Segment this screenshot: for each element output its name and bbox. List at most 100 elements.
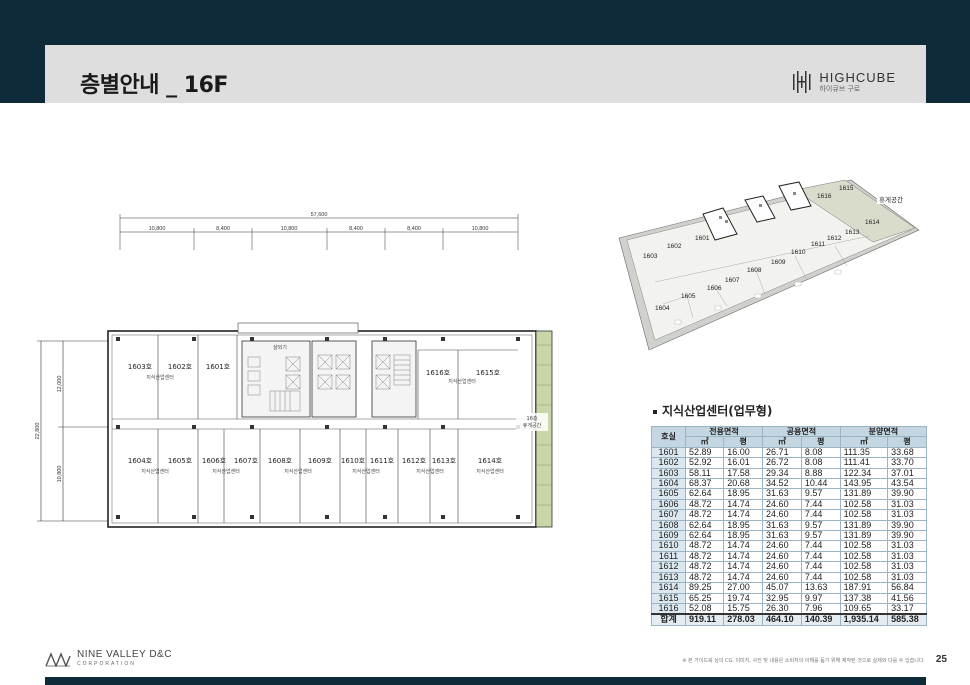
overall-width-dim: 57,600	[311, 212, 328, 218]
room-label-1604: 1604호	[128, 457, 153, 465]
core-area: 샬외기	[241, 340, 417, 418]
table-row: 1616 52.08 15.75 26.30 7.96 109.65 33.17	[651, 602, 927, 615]
table-total-value: 464.10	[762, 613, 802, 626]
room-label-1610: 1610호	[341, 457, 366, 465]
room-use-1604: 지식산업센터	[141, 468, 169, 475]
table-cell-value: 52.08	[684, 602, 725, 615]
table-cell-value: 18.95	[723, 519, 764, 532]
bay-dim-5: 8,400	[407, 226, 421, 232]
room-use-1612: 지식산업센터	[416, 468, 444, 475]
table-cell-value: 8.08	[800, 457, 841, 469]
table-cell-value: 58.11	[684, 467, 725, 480]
table-cell-value: 62.64	[684, 530, 725, 542]
room-label-1615: 1615호	[476, 369, 501, 377]
table-cell-value: 48.72	[684, 561, 725, 573]
table-cell-value: 29.34	[762, 467, 802, 480]
vertical-dim-2: 10,800	[57, 466, 63, 483]
table-cell-room: 1615	[651, 592, 686, 604]
header-room: 호실	[651, 426, 686, 448]
header-common: 공용면적	[762, 425, 841, 438]
table-cell-room: 1607	[651, 509, 686, 521]
table-cell-value: 102.58	[839, 509, 889, 521]
table-cell-value: 187.91	[839, 582, 889, 594]
overall-height-dim: 22,800	[35, 423, 41, 440]
table-cell-value: 31.03	[887, 571, 927, 584]
table-cell-room: 1601	[651, 446, 686, 459]
terrace-label-lounge: 휴게공간	[523, 422, 542, 429]
area-section-title: 지식산업센터(업무형)	[653, 402, 772, 419]
table-cell-value: 7.44	[800, 540, 841, 552]
page-number: 25	[935, 654, 947, 665]
bay-dim-1: 10,800	[149, 226, 166, 232]
table-cell-room: 1603	[651, 467, 686, 480]
room-use-1608: 지식산업센터	[284, 468, 312, 475]
table-total-value: 278.03	[723, 613, 764, 626]
room-label-1602: 1602호	[168, 363, 193, 371]
table-row: 1606 48.72 14.74 24.60 7.44 102.58 31.03	[651, 498, 927, 511]
iso-terrace-label: 휴게공간	[879, 195, 903, 204]
room-label-1609: 1609호	[308, 457, 333, 465]
table-cell-value: 131.89	[839, 530, 889, 542]
floor-plan: 57,600 10,800 8,400 10,800 8,400 8,400 1…	[30, 205, 560, 540]
terrace-label-floor: 16층	[527, 415, 538, 422]
bay-dim-3: 10,800	[281, 226, 298, 232]
table-cell-value: 7.96	[800, 602, 841, 615]
table-cell-room: 1616	[651, 602, 686, 615]
isometric-drawing: 1601 1602 1603 1604 1605 1606 1607 1608 …	[618, 179, 920, 351]
table-row: 1612 48.72 14.74 24.60 7.44 102.58 31.03	[651, 561, 927, 573]
table-cell-value: 52.92	[684, 457, 725, 469]
header-bar: 층별안내 _ 16F HIGHCUBE 하이큐브 구로	[45, 45, 926, 103]
table-cell-value: 14.74	[723, 540, 764, 552]
table-cell-value: 39.90	[887, 519, 927, 532]
table-row: 1601 52.89 16.00 26.71 8.08 111.35 33.68	[651, 446, 927, 459]
table-cell-room: 1611	[651, 550, 686, 563]
table-total-value: 919.11	[684, 613, 725, 626]
floor-plan-drawing: 57,600 10,800 8,400 10,800 8,400 8,400 1…	[35, 212, 553, 528]
bay-dim-2: 8,400	[216, 226, 230, 232]
iso-unit-1612: 1612	[827, 235, 842, 242]
table-cell-room: 1606	[651, 498, 686, 511]
table-cell-room: 1613	[651, 571, 686, 584]
room-label-1606: 1606호	[202, 457, 227, 465]
header-sale-sqm: ㎡	[839, 436, 889, 448]
table-cell-value: 31.03	[887, 540, 927, 552]
section-bullet	[653, 409, 657, 414]
table-cell-value: 16.01	[723, 457, 764, 469]
table-cell-value: 18.95	[723, 530, 764, 542]
table-cell-value: 62.64	[684, 488, 725, 500]
table-cell-value: 102.58	[839, 540, 889, 552]
table-cell-value: 48.72	[684, 571, 725, 584]
room-label-1601: 1601호	[206, 363, 231, 371]
table-row: 1602 52.92 16.01 26.72 8.08 111.41 33.70	[651, 457, 927, 469]
table-cell-value: 102.58	[839, 561, 889, 573]
room-use-1616: 지식산업센터	[448, 378, 476, 385]
room-label-1612: 1612호	[402, 457, 427, 465]
table-cell-value: 24.60	[762, 561, 802, 573]
table-total-value: 1,935.14	[839, 613, 889, 626]
table-cell-value: 137.38	[839, 592, 889, 604]
table-row: 1607 48.72 14.74 24.60 7.44 102.58 31.03	[651, 509, 927, 521]
table-cell-value: 102.58	[839, 550, 889, 563]
table-total-value: 585.38	[887, 613, 927, 626]
table-cell-value: 14.74	[723, 509, 764, 521]
room-label-1605: 1605호	[168, 457, 193, 465]
table-cell-value: 31.03	[887, 498, 927, 511]
vertical-dim-1: 12,000	[57, 376, 63, 393]
header-exclusive: 전용면적	[684, 425, 764, 438]
header-sale: 분양면적	[839, 425, 928, 438]
isometric-view: 1601 1602 1603 1604 1605 1606 1607 1608 …	[615, 170, 935, 365]
room-use-1614: 지식산업센터	[476, 468, 504, 475]
table-cell-value: 26.71	[762, 446, 802, 459]
table-cell-value: 24.60	[762, 550, 802, 563]
table-cell-value: 56.84	[887, 582, 927, 594]
table-cell-value: 31.63	[762, 530, 802, 542]
table-total-value: 140.39	[800, 613, 841, 626]
room-use-1603: 지식산업센터	[146, 374, 174, 381]
area-table-body: 1601 52.89 16.00 26.71 8.08 111.35 33.68 1602 52…	[651, 446, 927, 626]
table-cell-value: 7.44	[800, 498, 841, 511]
table-row: 1615 65.25 19.74 32.95 9.97 137.38 41.56	[651, 592, 927, 604]
footer-company: NINE VALLEY D&C	[77, 649, 172, 660]
table-cell-value: 131.89	[839, 519, 889, 532]
header-common-pyeong: 평	[800, 436, 841, 448]
area-table: 호실 전용면적 공용면적 분양면적 ㎡ 평 ㎡ 평 ㎡ 평 1601 52.89 1…	[651, 425, 928, 626]
